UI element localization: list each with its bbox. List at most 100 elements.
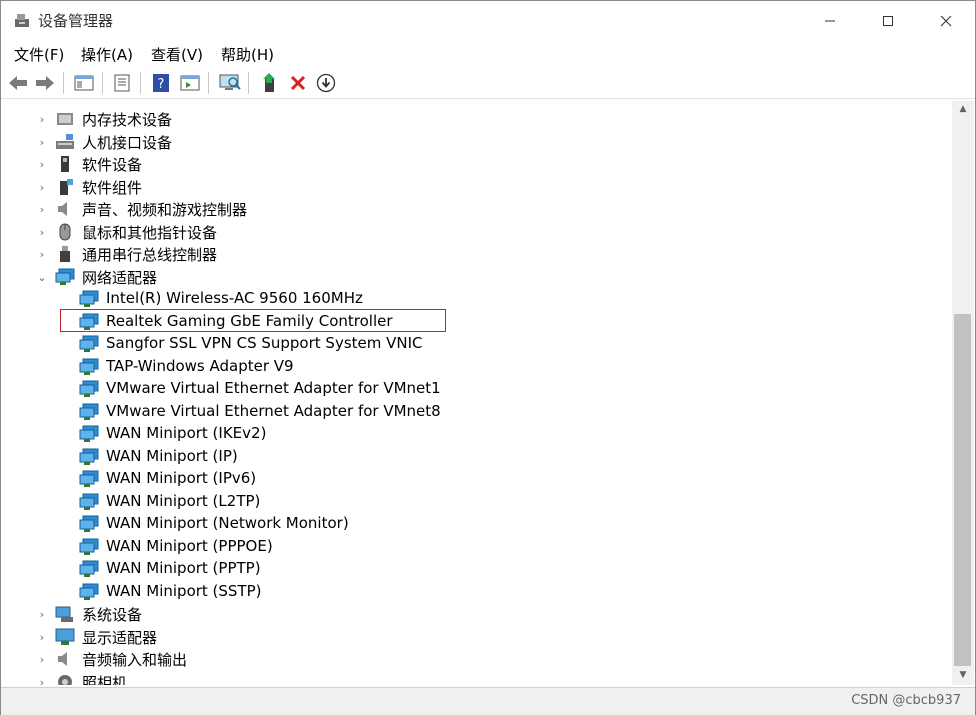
- tree-category-display-adapters[interactable]: › 显示适配器: [5, 626, 945, 648]
- tree-category-label: 内存技术设备: [82, 111, 173, 129]
- toolbar-separator: [140, 72, 141, 94]
- toolbar-separator: [63, 72, 64, 94]
- network-adapter-item[interactable]: Sangfor SSL VPN CS Support System VNIC: [5, 333, 945, 355]
- network-adapter-icon: [79, 425, 99, 442]
- menu-action[interactable]: 操作(A): [81, 44, 133, 65]
- network-adapter-label: WAN Miniport (IP): [106, 447, 238, 465]
- update-driver-icon: [263, 73, 275, 92]
- minimize-button[interactable]: [801, 1, 859, 41]
- properties-button[interactable]: [111, 72, 133, 94]
- expand-chevron-icon[interactable]: ›: [36, 651, 48, 667]
- expand-chevron-icon[interactable]: ›: [36, 629, 48, 645]
- network-adapter-item[interactable]: WAN Miniport (SSTP): [5, 581, 945, 603]
- highlight-box: [60, 309, 446, 332]
- network-adapter-item[interactable]: WAN Miniport (PPTP): [5, 558, 945, 580]
- action-pane-button[interactable]: [179, 72, 201, 94]
- network-adapter-item[interactable]: WAN Miniport (IKEv2): [5, 423, 945, 445]
- network-adapter-label: TAP-Windows Adapter V9: [106, 357, 294, 375]
- network-adapter-label: WAN Miniport (L2TP): [106, 492, 261, 510]
- usb-icon: [60, 246, 70, 262]
- action-pane-icon: [180, 75, 200, 91]
- forward-arrow-icon: [36, 76, 54, 90]
- network-adapter-item[interactable]: WAN Miniport (PPPOE): [5, 536, 945, 558]
- menu-view[interactable]: 查看(V): [151, 44, 203, 65]
- tree-category-audio-io[interactable]: › 音频输入和输出: [5, 648, 945, 670]
- tree-category-cameras[interactable]: › 照相机: [5, 671, 945, 685]
- tree-category-hid[interactable]: › 人机接口设备: [5, 131, 945, 153]
- tree-category-network-adapters[interactable]: ⌄ 网络适配器: [5, 266, 945, 288]
- menu-help[interactable]: 帮助(H): [221, 44, 274, 65]
- camera-icon: [58, 675, 72, 685]
- tree-category-label: 通用串行总线控制器: [82, 246, 218, 264]
- expand-chevron-icon[interactable]: ›: [36, 606, 48, 622]
- tree-category-label: 声音、视频和游戏控制器: [82, 201, 248, 219]
- network-adapter-item[interactable]: Intel(R) Wireless-AC 9560 160MHz: [5, 288, 945, 310]
- network-adapter-icon: [79, 380, 99, 397]
- network-adapter-item[interactable]: WAN Miniport (Network Monitor): [5, 513, 945, 535]
- help-icon: ?: [153, 74, 169, 92]
- maximize-icon: [883, 16, 893, 26]
- back-arrow-icon: [9, 76, 27, 90]
- expand-chevron-icon[interactable]: ›: [36, 111, 48, 127]
- network-adapter-item[interactable]: WAN Miniport (IPv6): [5, 468, 945, 490]
- network-adapter-label: WAN Miniport (Network Monitor): [106, 514, 349, 532]
- network-adapter-label: WAN Miniport (IPv6): [106, 469, 257, 487]
- network-adapter-item[interactable]: WAN Miniport (IP): [5, 446, 945, 468]
- toolbar-separator: [208, 72, 209, 94]
- network-adapter-icon: [79, 448, 99, 465]
- toolbar-separator: [248, 72, 249, 94]
- close-button[interactable]: [917, 1, 975, 41]
- tree-category-sound-video[interactable]: › 声音、视频和游戏控制器: [5, 198, 945, 220]
- network-adapter-label: Intel(R) Wireless-AC 9560 160MHz: [106, 289, 363, 307]
- expand-chevron-icon[interactable]: ›: [36, 674, 48, 686]
- tree-category-mice[interactable]: › 鼠标和其他指针设备: [5, 221, 945, 243]
- tree-category-label: 显示适配器: [82, 629, 158, 647]
- network-adapter-icon: [79, 560, 99, 577]
- expand-chevron-icon[interactable]: ›: [36, 246, 48, 262]
- tree-category-software-components[interactable]: › 软件组件: [5, 176, 945, 198]
- title-bar: 设备管理器: [1, 1, 975, 41]
- memory-icon: [57, 113, 73, 125]
- scan-hardware-button[interactable]: [219, 72, 241, 94]
- toolbar: ?: [1, 68, 975, 99]
- show-hide-console-tree-button[interactable]: [73, 72, 95, 94]
- tree-category-software-devices[interactable]: › 软件设备: [5, 153, 945, 175]
- tree-category-system-devices[interactable]: › 系统设备: [5, 603, 945, 625]
- mouse-icon: [59, 223, 71, 241]
- network-adapter-icon: [79, 290, 99, 307]
- tree-category-label: 网络适配器: [82, 269, 158, 287]
- tree-category-memory[interactable]: › 内存技术设备: [5, 108, 945, 130]
- back-button[interactable]: [7, 72, 29, 94]
- menu-file[interactable]: 文件(F): [14, 44, 64, 65]
- display-adapter-icon: [55, 628, 75, 645]
- vertical-scrollbar[interactable]: ▲ ▼: [952, 101, 974, 685]
- expand-chevron-icon[interactable]: ›: [36, 179, 48, 195]
- uninstall-device-button[interactable]: [287, 72, 309, 94]
- disable-device-button[interactable]: [315, 72, 337, 94]
- collapse-chevron-icon[interactable]: ⌄: [36, 269, 48, 285]
- maximize-button[interactable]: [859, 1, 917, 41]
- network-adapter-item[interactable]: VMware Virtual Ethernet Adapter for VMne…: [5, 378, 945, 400]
- expand-chevron-icon[interactable]: ›: [36, 201, 48, 217]
- forward-button[interactable]: [34, 72, 56, 94]
- network-adapter-icon: [79, 470, 99, 487]
- network-adapter-item[interactable]: WAN Miniport (L2TP): [5, 491, 945, 513]
- update-driver-button[interactable]: [259, 72, 281, 94]
- tree-category-label: 软件设备: [82, 156, 143, 174]
- expand-chevron-icon[interactable]: ›: [36, 134, 48, 150]
- help-button[interactable]: ?: [150, 72, 172, 94]
- tree-category-usb[interactable]: › 通用串行总线控制器: [5, 243, 945, 265]
- tree-category-label: 照相机: [82, 674, 128, 685]
- scrollbar-thumb[interactable]: [954, 314, 971, 666]
- network-adapter-item[interactable]: TAP-Windows Adapter V9: [5, 356, 945, 378]
- expand-chevron-icon[interactable]: ›: [36, 156, 48, 172]
- expand-chevron-icon[interactable]: ›: [36, 224, 48, 240]
- close-icon: [940, 15, 952, 27]
- scroll-down-arrow-icon[interactable]: ▼: [952, 667, 974, 683]
- properties-icon: [114, 74, 130, 92]
- status-bar: CSDN @cbcb937: [1, 687, 975, 715]
- audio-io-icon: [58, 652, 67, 666]
- network-adapter-icon: [79, 335, 99, 352]
- network-adapter-item[interactable]: VMware Virtual Ethernet Adapter for VMne…: [5, 401, 945, 423]
- scroll-up-arrow-icon[interactable]: ▲: [952, 101, 974, 117]
